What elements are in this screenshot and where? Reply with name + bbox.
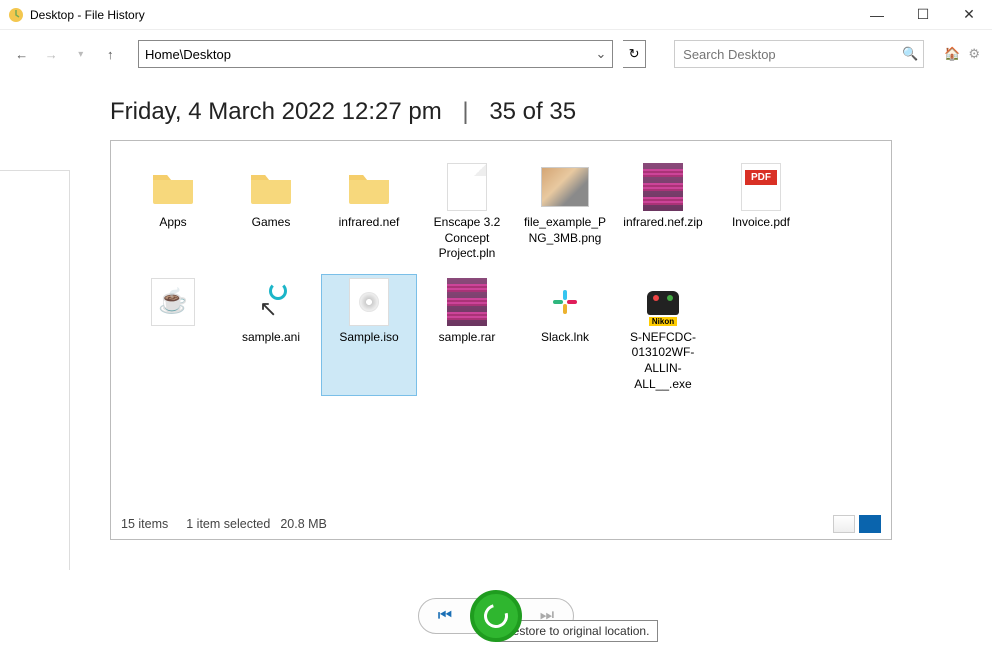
file-label: Apps <box>159 215 186 231</box>
file-item[interactable]: sample.rar <box>419 274 515 396</box>
up-button[interactable]: ↑ <box>101 43 121 65</box>
status-count: 15 items <box>121 517 168 531</box>
settings-icon[interactable]: ⚙ <box>968 46 980 62</box>
file-label: infrared.nef <box>339 215 400 231</box>
file-item[interactable]: Slack.lnk <box>517 274 613 396</box>
file-icon: PDF <box>737 163 785 211</box>
file-icon <box>149 163 197 211</box>
file-icon: ☕ <box>149 278 197 326</box>
restore-button[interactable] <box>470 590 522 642</box>
status-size: 20.8 MB <box>280 517 327 531</box>
file-label: Enscape 3.2 Concept Project.pln <box>423 215 511 262</box>
file-item[interactable]: ☕ <box>125 274 221 396</box>
nav-toolbar: ← → ▾ ↑ ⌄ ↻ 🔍 🏠 ⚙ <box>0 30 992 78</box>
file-icon <box>345 163 393 211</box>
file-label: S-NEFCDC-013102WF-ALLIN-ALL__.exe <box>619 330 707 392</box>
file-item[interactable]: file_example_PNG_3MB.png <box>517 159 613 266</box>
file-icon <box>443 278 491 326</box>
version-counter: 35 of 35 <box>489 98 576 125</box>
file-grid: Apps Games infrared.nef Enscape 3.2 Concept… <box>125 159 877 404</box>
close-button[interactable]: ✕ <box>946 0 992 30</box>
maximize-button[interactable]: ☐ <box>900 0 946 30</box>
restore-icon <box>480 600 513 633</box>
file-item[interactable]: PDF Invoice.pdf <box>713 159 809 266</box>
view-details-button[interactable] <box>833 515 855 533</box>
version-date: Friday, 4 March 2022 12:27 pm <box>110 98 442 125</box>
file-label: Sample.iso <box>339 330 398 346</box>
minimize-button[interactable]: ― <box>854 0 900 30</box>
file-label: Slack.lnk <box>541 330 589 346</box>
refresh-button[interactable]: ↻ <box>623 40 646 68</box>
file-icon <box>639 163 687 211</box>
version-header: Friday, 4 March 2022 12:27 pm | 35 of 35 <box>0 78 992 136</box>
file-item[interactable]: ↖ sample.ani <box>223 274 319 396</box>
file-label: sample.ani <box>242 330 300 346</box>
file-item[interactable]: infrared.nef.zip <box>615 159 711 266</box>
file-icon: Nikon <box>639 278 687 326</box>
file-icon: ↖ <box>247 278 295 326</box>
address-dropdown-icon[interactable]: ⌄ <box>590 46 612 62</box>
file-icon <box>247 163 295 211</box>
file-label: file_example_PNG_3MB.png <box>521 215 609 246</box>
home-icon[interactable]: 🏠 <box>944 46 960 62</box>
file-item[interactable]: Apps <box>125 159 221 266</box>
file-label: sample.rar <box>439 330 496 346</box>
file-label: Invoice.pdf <box>732 215 790 231</box>
header-separator: | <box>462 98 468 125</box>
titlebar: Desktop - File History ― ☐ ✕ <box>0 0 992 30</box>
file-item[interactable]: Sample.iso <box>321 274 417 396</box>
file-pane: Apps Games infrared.nef Enscape 3.2 Concept… <box>110 140 892 540</box>
app-icon <box>8 7 24 23</box>
file-icon <box>541 278 589 326</box>
file-icon <box>541 163 589 211</box>
forward-button[interactable]: → <box>42 43 62 65</box>
file-icon <box>345 278 393 326</box>
file-item[interactable]: NikonS-NEFCDC-013102WF-ALLIN-ALL__.exe <box>615 274 711 396</box>
address-input[interactable] <box>139 47 590 62</box>
search-icon[interactable]: 🔍 <box>897 46 923 62</box>
file-label: Games <box>252 215 291 231</box>
window-title: Desktop - File History <box>30 8 145 22</box>
file-item[interactable]: infrared.nef <box>321 159 417 266</box>
history-controls: ⏮ ⏭ <box>0 590 992 642</box>
file-label: infrared.nef.zip <box>623 215 702 231</box>
back-button[interactable]: ← <box>12 43 32 65</box>
address-bar[interactable]: ⌄ <box>138 40 613 68</box>
recent-dropdown[interactable]: ▾ <box>71 43 91 65</box>
side-panel <box>0 170 70 570</box>
status-bar: 15 items 1 item selected 20.8 MB <box>121 515 881 533</box>
file-icon <box>443 163 491 211</box>
search-input[interactable] <box>675 47 897 62</box>
view-icons-button[interactable] <box>859 515 881 533</box>
search-box[interactable]: 🔍 <box>674 40 924 68</box>
status-selected: 1 item selected <box>186 517 270 531</box>
file-item[interactable]: Enscape 3.2 Concept Project.pln <box>419 159 515 266</box>
file-item[interactable]: Games <box>223 159 319 266</box>
